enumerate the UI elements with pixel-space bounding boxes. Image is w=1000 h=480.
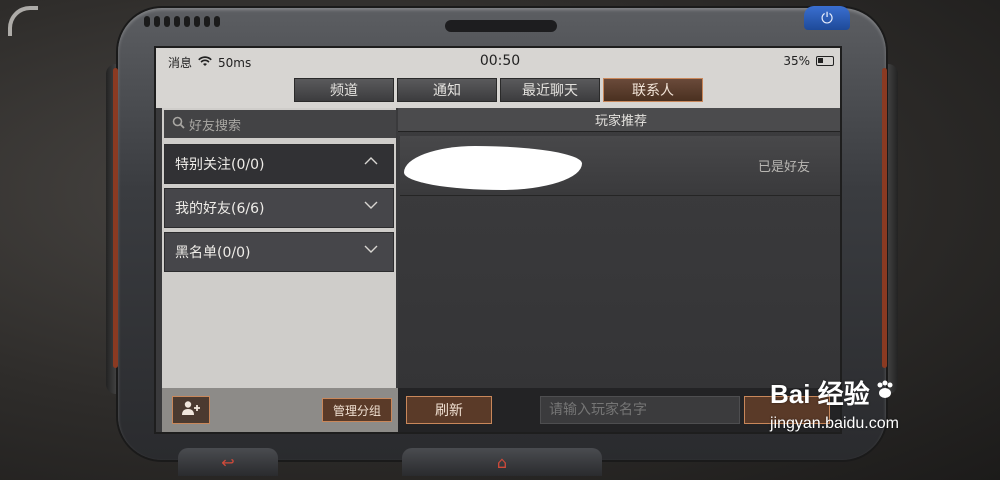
chevron-down-icon	[363, 243, 379, 259]
tab-bar: 频道 通知 最近聊天 联系人	[294, 78, 703, 102]
sidebar-footer: 管理分组	[162, 388, 402, 432]
search-icon	[172, 116, 185, 133]
paw-icon	[874, 377, 896, 408]
friend-search-input[interactable]: 好友搜索	[164, 110, 396, 138]
device-top-slot	[445, 20, 557, 32]
chevron-down-icon	[363, 199, 379, 215]
device-accent-right	[882, 68, 887, 368]
search-placeholder: 好友搜索	[189, 118, 242, 134]
back-button[interactable]: ↩	[178, 448, 278, 476]
player-row[interactable]: 已是好友	[400, 136, 840, 196]
tab-recent-chats[interactable]: 最近聊天	[500, 78, 600, 102]
add-friend-icon-button[interactable]	[172, 396, 210, 424]
home-button[interactable]: ⌂	[402, 448, 602, 476]
manage-groups-button[interactable]: 管理分组	[322, 398, 392, 422]
watermark-brand: Bai 经验	[770, 379, 870, 409]
player-name-input[interactable]	[540, 396, 740, 424]
battery-icon	[816, 56, 834, 66]
group-label: 黑名单(0/0)	[175, 245, 251, 261]
group-label: 特别关注(0/0)	[175, 157, 265, 173]
speaker-grille	[144, 16, 220, 27]
chevron-up-icon	[363, 155, 379, 171]
group-blacklist[interactable]: 黑名单(0/0)	[164, 232, 394, 272]
tab-notifications[interactable]: 通知	[397, 78, 497, 102]
phone-screen: 消息 50ms 00:50 35% 频道 通知 最近聊天 联系人 好友搜索 特别…	[154, 46, 842, 434]
tab-channel[interactable]: 频道	[294, 78, 394, 102]
clock: 00:50	[479, 53, 521, 69]
tab-contacts[interactable]: 联系人	[603, 78, 703, 102]
group-label: 我的好友(6/6)	[175, 201, 265, 217]
add-person-icon	[181, 400, 201, 420]
power-button[interactable]: ⏻	[804, 6, 850, 30]
friend-status: 已是好友	[757, 160, 810, 175]
power-icon: ⏻	[821, 9, 833, 27]
panel-title: 玩家推荐	[398, 108, 840, 132]
battery-percent: 35%	[783, 54, 810, 68]
group-my-friends[interactable]: 我的好友(6/6)	[164, 188, 394, 228]
back-arrow-icon: ↩	[221, 452, 235, 472]
background-ornament	[8, 6, 38, 36]
group-special-follow[interactable]: 特别关注(0/0)	[164, 144, 394, 184]
home-icon: ⌂	[496, 452, 508, 472]
watermark-url: jingyan.baidu.com	[770, 415, 899, 432]
contacts-sidebar: 好友搜索 特别关注(0/0) 我的好友(6/6) 黑名单(0/0) 管理分组	[162, 108, 402, 432]
redacted-player-name	[404, 146, 582, 190]
device-accent-left	[113, 68, 118, 368]
baidu-jingyan-watermark: Bai 经验 jingyan.baidu.com	[770, 374, 899, 433]
status-bar: 消息 50ms 00:50 35%	[156, 48, 840, 76]
refresh-button[interactable]: 刷新	[406, 396, 492, 424]
